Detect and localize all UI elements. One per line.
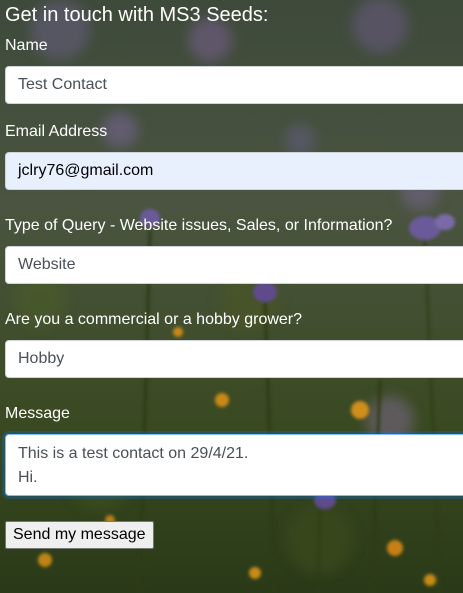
message-textarea[interactable]: This is a test contact on 29/4/21. Hi. <box>5 434 463 496</box>
email-label: Email Address <box>5 123 108 140</box>
send-message-button[interactable]: Send my message <box>5 521 154 549</box>
email-input[interactable]: jclry76@gmail.com <box>5 152 463 190</box>
page-title: Get in touch with MS3 Seeds: <box>5 4 269 26</box>
name-input[interactable]: Test Contact <box>5 66 463 104</box>
message-line: Hi. <box>18 469 38 486</box>
grower-type-input[interactable]: Hobby <box>5 340 463 378</box>
message-label: Message <box>5 405 70 422</box>
query-type-input[interactable]: Website <box>5 246 463 284</box>
query-type-label: Type of Query - Website issues, Sales, o… <box>5 217 393 234</box>
name-label: Name <box>5 37 48 54</box>
message-line: This is a test contact on 29/4/21. <box>18 445 249 462</box>
grower-type-label: Are you a commercial or a hobby grower? <box>5 311 303 328</box>
